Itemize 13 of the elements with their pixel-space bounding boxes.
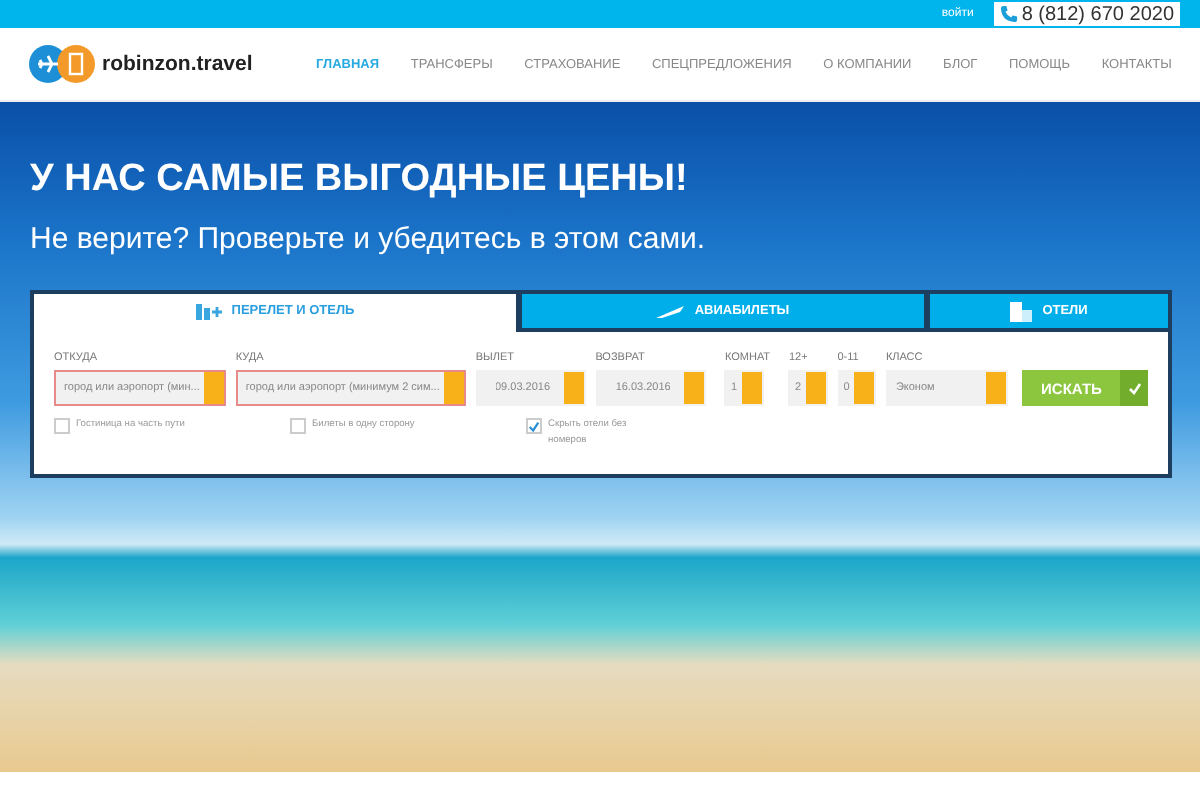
logo-text[interactable]: robinzon.travel [102, 52, 253, 76]
building-plus-icon [195, 302, 222, 320]
logo-icon [28, 44, 96, 84]
checkmark-icon [1127, 381, 1141, 395]
checkbox[interactable] [290, 418, 306, 434]
building-icon [1010, 301, 1033, 321]
phone-icon [999, 4, 1018, 24]
hero-title: У НАС САМЫЕ ВЫГОДНЫЕ ЦЕНЫ! [30, 158, 690, 202]
checkbox[interactable] [526, 418, 542, 434]
plane-icon [656, 303, 685, 319]
checkbox[interactable] [54, 418, 70, 434]
phone-number: 8 (812) 670 2020 [993, 2, 1180, 26]
hero-subtitle: Не верите? Проверьте и убедитесь в этом сами. [30, 222, 708, 256]
